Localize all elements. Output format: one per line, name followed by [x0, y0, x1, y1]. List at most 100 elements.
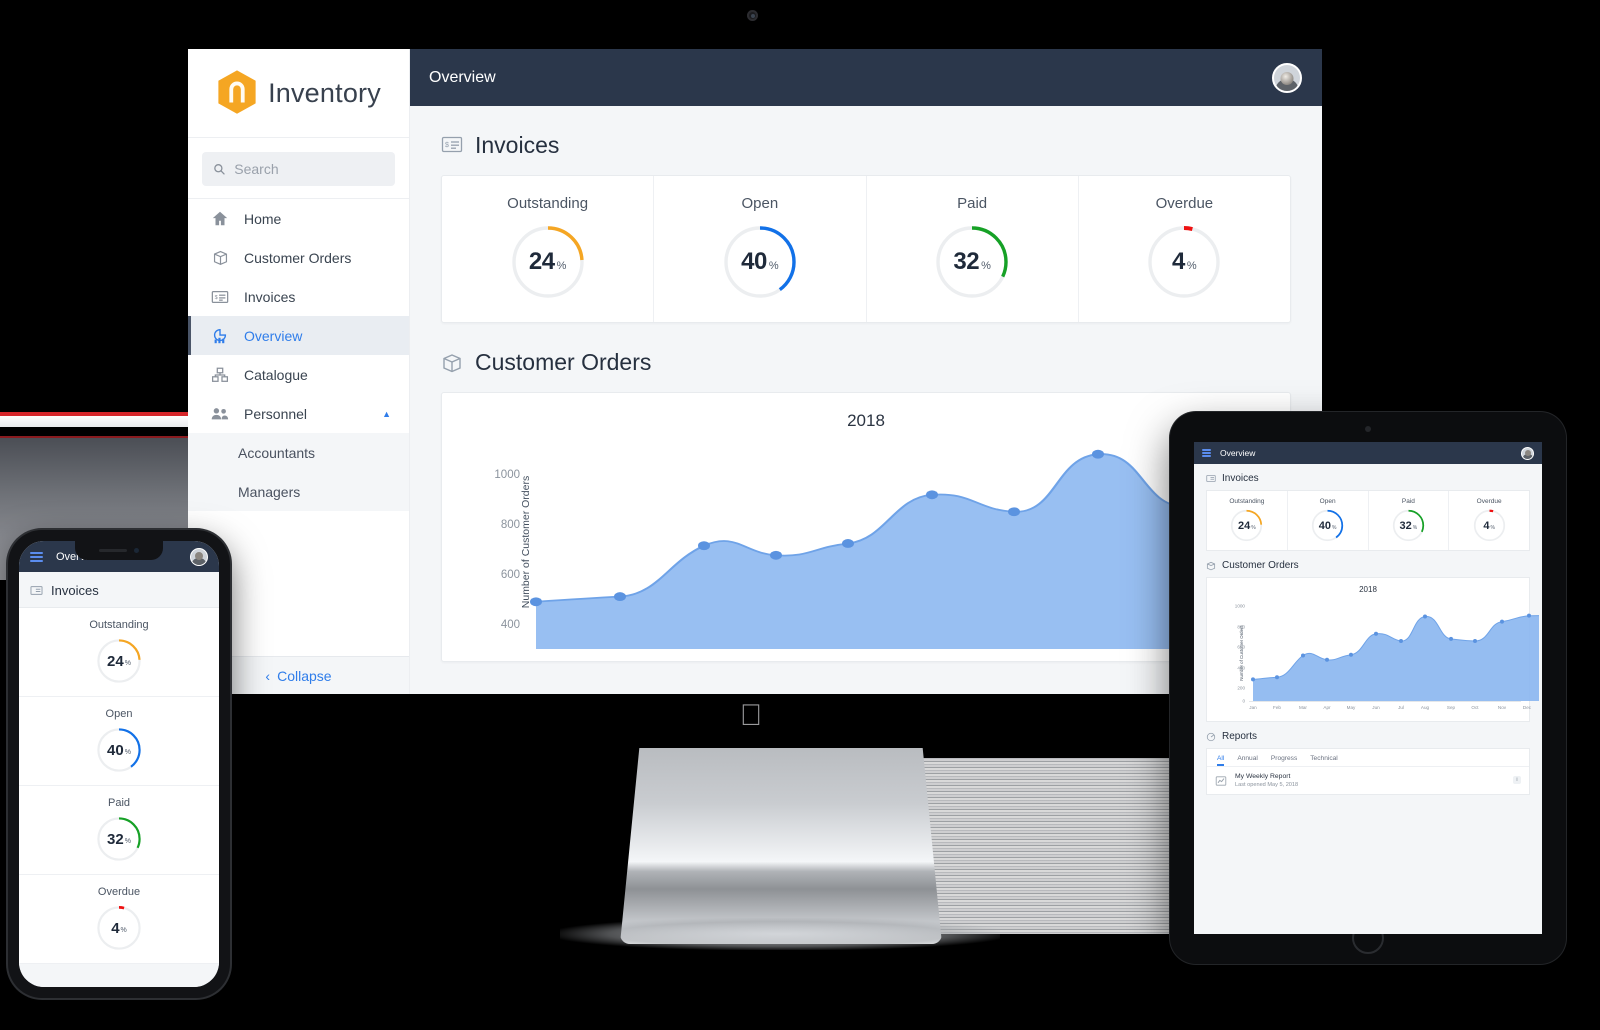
ytick-1000: 1000 — [494, 469, 520, 481]
kpi-paid[interactable]: Paid 32 % — [867, 176, 1079, 322]
sidebar-item-personnel[interactable]: Personnel ▲ — [188, 394, 409, 433]
invoice-kpi-row: Outstanding 24 % Open 40 % Paid 32 % Ove… — [441, 175, 1291, 323]
gauge-open: 40 % — [1311, 509, 1344, 542]
kpi-unit: % — [124, 749, 131, 756]
gauge-value: 4 % — [1146, 224, 1222, 300]
screenshot-stage: Inventory Search Home Customer Orders $ … — [0, 0, 1600, 1030]
xtick-oct: Oct — [1471, 705, 1479, 710]
reports-icon — [1206, 732, 1216, 742]
section-title: Reports — [1222, 731, 1258, 742]
kpi-unit: % — [1186, 259, 1197, 272]
sidebar-item-home[interactable]: Home — [188, 199, 409, 238]
kpi-outstanding[interactable]: Outstanding 24 % — [1207, 491, 1288, 550]
invoice-icon: $ — [441, 135, 463, 157]
tablet-chart-card[interactable]: 2018 Number of Customer Orders 1000 800 … — [1206, 577, 1540, 722]
kpi-overdue[interactable]: Overdue 4 % — [1079, 176, 1290, 322]
sidebar-subnav: Accountants Managers — [188, 433, 409, 511]
sidebar-item-overview[interactable]: Overview — [188, 316, 409, 355]
kpi-label: Outstanding — [507, 195, 589, 212]
search-input[interactable] — [234, 161, 384, 177]
kpi-outstanding[interactable]: Outstanding 24 % — [19, 608, 219, 697]
kpi-open[interactable]: Open 40 % — [1288, 491, 1369, 550]
reports-tabs: All Annual Progress Technical — [1207, 749, 1529, 767]
gauge-overdue: 4 % — [1146, 224, 1222, 300]
xtick-dec: Dec — [1522, 705, 1532, 710]
top-bar: Overview — [410, 49, 1322, 106]
hamburger-icon[interactable] — [30, 551, 43, 562]
sidebar-item-invoices[interactable]: $ Invoices — [188, 277, 409, 316]
kpi-open[interactable]: Open 40 % — [19, 697, 219, 786]
kpi-label: Outstanding — [1229, 498, 1265, 505]
kpi-value: 40 — [741, 248, 767, 275]
kpi-value: 40 — [1318, 519, 1332, 532]
chart-x-axis — [1249, 701, 1521, 702]
section-title: Invoices — [1222, 473, 1259, 484]
sidebar-item-managers[interactable]: Managers — [188, 472, 409, 511]
speaker-icon — [99, 549, 127, 552]
sidebar-item-accountants[interactable]: Accountants — [188, 433, 409, 472]
imac-camera-icon — [747, 10, 758, 21]
gauge-value: 24 % — [510, 224, 586, 300]
list-item[interactable]: My Weekly Report Last opened May 5, 2018… — [1207, 767, 1529, 794]
gauge-paid: 32 % — [96, 816, 142, 862]
avatar[interactable] — [1272, 62, 1302, 93]
tab-technical[interactable]: Technical — [1310, 755, 1338, 766]
hamburger-icon[interactable] — [1202, 449, 1211, 457]
xtick-aug: Aug — [1420, 705, 1430, 710]
kpi-overdue[interactable]: Overdue 4 % — [1449, 491, 1529, 550]
sidebar-item-customer-orders[interactable]: Customer Orders — [188, 238, 409, 277]
gauge-outstanding: 24 % — [96, 638, 142, 684]
kpi-outstanding[interactable]: Outstanding 24 % — [442, 176, 655, 322]
kpi-unit: % — [768, 259, 779, 272]
home-icon — [210, 209, 230, 229]
avatar[interactable] — [190, 547, 208, 566]
chevron-up-icon[interactable]: ▲ — [382, 409, 391, 419]
customer-orders-chart-card[interactable]: 2018 Number of Customer Orders 1000 800 … — [441, 392, 1291, 662]
phone-body[interactable]: Invoices Outstanding 24 % Open 40 % Paid… — [19, 572, 219, 987]
sidebar-item-catalogue[interactable]: Catalogue — [188, 355, 409, 394]
gauge-open: 40 % — [722, 224, 798, 300]
kpi-label: Paid — [1401, 498, 1415, 505]
avatar[interactable] — [1521, 446, 1534, 460]
info-icon[interactable]: i — [1513, 776, 1521, 785]
sidebar-item-label: Personnel — [244, 405, 308, 422]
kpi-label: Open — [1319, 498, 1336, 505]
tablet-body[interactable]: Invoices Outstanding 24 % Open 40 % Paid… — [1194, 464, 1542, 934]
tab-all[interactable]: All — [1217, 755, 1224, 766]
kpi-paid[interactable]: Paid 32 % — [1369, 491, 1450, 550]
kpi-label: Overdue — [1476, 498, 1502, 505]
kpi-open[interactable]: Open 40 % — [654, 176, 867, 322]
sidebar-item-label: Invoices — [244, 288, 296, 305]
kpi-overdue[interactable]: Overdue 4 % — [19, 875, 219, 964]
kpi-unit: % — [1332, 524, 1337, 531]
chevron-left-icon: ‹ — [265, 667, 271, 684]
collapse-label: Collapse — [277, 667, 332, 684]
imac-stand — [620, 748, 942, 944]
kpi-unit: % — [1412, 524, 1418, 531]
front-camera-icon — [134, 548, 139, 553]
tab-annual[interactable]: Annual — [1237, 755, 1258, 766]
kpi-paid[interactable]: Paid 32 % — [19, 786, 219, 875]
chart-ylabel: Number of Customer Orders — [1239, 625, 1245, 681]
gauge-value: 32 % — [934, 224, 1010, 300]
gauge-value: 24 % — [96, 638, 142, 684]
search-box[interactable] — [202, 152, 395, 186]
tablet-kpi-row: Outstanding 24 % Open 40 % Paid 32 % Ove… — [1206, 490, 1530, 551]
ytick-0: 0 — [1242, 698, 1245, 704]
kpi-label: Paid — [957, 195, 988, 212]
xtick-jan: Jan — [1249, 705, 1257, 710]
hexagon-box-icon — [216, 70, 258, 116]
kpi-value: 4 — [1483, 519, 1490, 532]
xtick-jun: Jun — [1372, 705, 1380, 710]
section-title: Customer Orders — [475, 349, 652, 375]
tab-progress[interactable]: Progress — [1271, 755, 1297, 766]
search-icon — [214, 164, 225, 175]
ytick-600: 600 — [1237, 644, 1245, 650]
chart-body: Number of Customer Orders 1000 800 600 4… — [456, 435, 1290, 649]
kpi-unit: % — [981, 259, 991, 272]
ytick-800: 800 — [500, 519, 520, 531]
gauge-outstanding: 24 % — [1230, 509, 1263, 542]
brand-name: Inventory — [268, 77, 381, 108]
report-subtitle: Last opened May 5, 2018 — [1235, 781, 1299, 788]
list-item-text: My Weekly Report Last opened May 5, 2018 — [1235, 773, 1298, 788]
